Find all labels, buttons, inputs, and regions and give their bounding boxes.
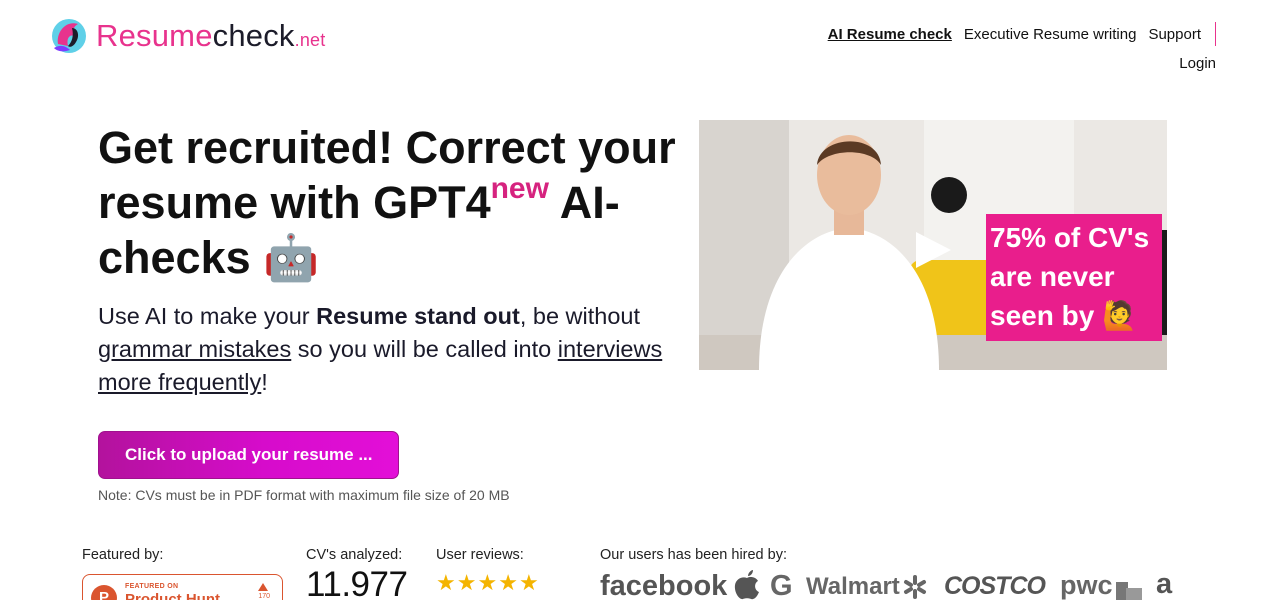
costco-logo: COSTCO [944, 572, 1046, 600]
facebook-logo: facebook [600, 570, 728, 600]
nav-support[interactable]: Support [1148, 26, 1201, 43]
walmart-spark-icon [904, 575, 926, 599]
google-logo: G [770, 570, 793, 600]
cv-count: 11.977 [306, 565, 408, 600]
user-reviews-label: User reviews: [436, 547, 524, 563]
pwc-blocks-icon [1116, 582, 1142, 600]
new-badge: new [490, 172, 549, 205]
product-hunt-badge[interactable]: P FEATURED ON Product Hunt 170 [82, 574, 283, 600]
company-logos: facebook G Walmart COSTCO pwc a [600, 568, 1200, 600]
featured-label: Featured by: [82, 547, 164, 563]
ph-name: Product Hunt [125, 591, 220, 600]
site-logo[interactable]: Resumecheck.net [48, 14, 325, 56]
nav-executive-resume-writing[interactable]: Executive Resume writing [964, 26, 1137, 43]
logo-text: Resumecheck.net [96, 17, 326, 53]
apple-logo-icon [734, 570, 759, 600]
amazon-logo: a [1156, 568, 1173, 600]
hired-by-label: Our users has been hired by: [600, 547, 787, 563]
login-link[interactable]: Login [1179, 55, 1216, 72]
star-icon: ★ [477, 570, 498, 595]
star-icon: ★ [456, 570, 477, 595]
grammar-mistakes-link[interactable]: grammar mistakes [98, 336, 291, 362]
ph-featured-text: FEATURED ON [125, 583, 179, 590]
video-player[interactable]: 75% of CV's are never seen by 🙋 [699, 120, 1167, 370]
pwc-logo: pwc [1060, 570, 1113, 600]
walmart-logo: Walmart [806, 573, 900, 600]
nav-divider [1215, 22, 1216, 46]
hero-title: Get recruited! Correct your resume with … [98, 122, 676, 283]
video-caption: 75% of CV's are never seen by 🙋 [986, 214, 1162, 341]
hero-subtitle: Use AI to make your Resume stand out, be… [98, 303, 663, 395]
upvote-icon [258, 583, 268, 591]
main-nav: AI Resume check Executive Resume writing… [828, 22, 1216, 46]
review-stars: ★ ★ ★ ★ ★ [436, 572, 539, 594]
cv-analyzed-label: CV's analyzed: [306, 547, 403, 563]
product-hunt-icon: P [91, 585, 117, 600]
star-icon: ★ [498, 570, 518, 595]
play-icon[interactable] [913, 230, 953, 270]
ph-votes: 170 [258, 593, 270, 600]
star-icon: ★ [518, 570, 539, 595]
upload-resume-button[interactable]: Click to upload your resume ... [98, 431, 399, 479]
logo-mark-icon [52, 19, 86, 53]
star-icon: ★ [436, 570, 456, 595]
upload-note: Note: CVs must be in PDF format with max… [98, 487, 510, 503]
nav-ai-resume-check[interactable]: AI Resume check [828, 26, 952, 43]
